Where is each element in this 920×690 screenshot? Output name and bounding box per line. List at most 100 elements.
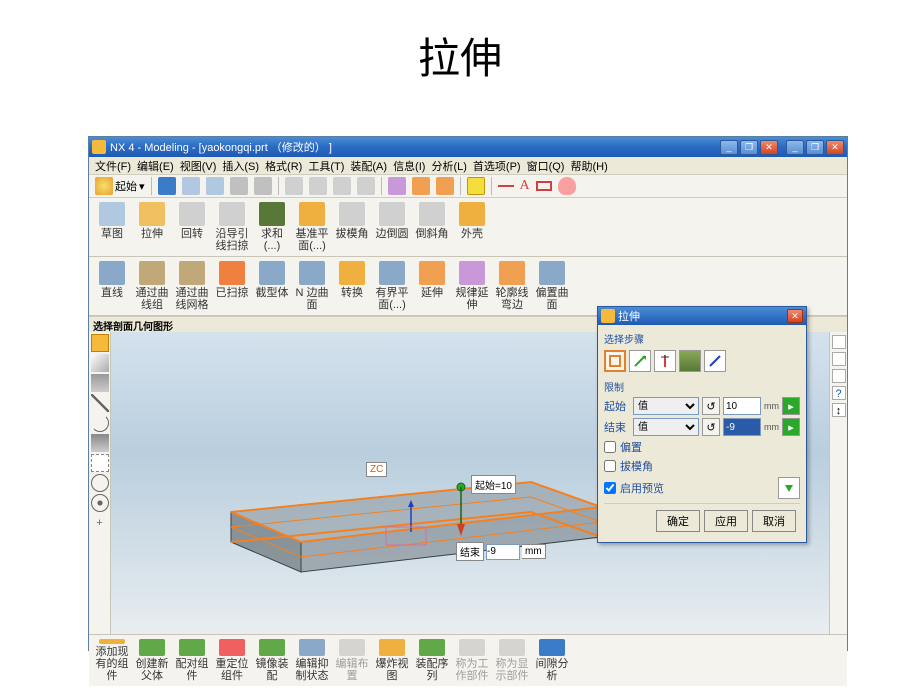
doc-minimize-button[interactable]: _ <box>720 140 738 155</box>
ribbon-button[interactable]: 称为工作部件 <box>453 637 491 684</box>
menu-item[interactable]: 信息(I) <box>390 158 428 174</box>
resource-icon[interactable] <box>91 334 109 352</box>
menu-item[interactable]: 装配(A) <box>347 158 390 174</box>
close-button[interactable]: ✕ <box>826 140 844 155</box>
ribbon-button[interactable]: 规律延伸 <box>453 259 491 313</box>
tool-save[interactable] <box>156 176 178 196</box>
menu-item[interactable]: 首选项(P) <box>470 158 524 174</box>
tool-wcs[interactable] <box>465 176 487 196</box>
right-tab-3[interactable] <box>832 369 846 383</box>
ribbon-button[interactable]: 草图 <box>93 200 131 254</box>
ribbon-button[interactable]: 偏置曲面 <box>533 259 571 313</box>
menu-item[interactable]: 格式(R) <box>262 158 305 174</box>
ribbon-button[interactable]: 外壳 <box>453 200 491 254</box>
odot-icon[interactable] <box>91 494 109 512</box>
ribbon-button[interactable]: 拉伸 <box>133 200 171 254</box>
ribbon-button[interactable]: 轮廓线弯边 <box>493 259 531 313</box>
tool-pan[interactable] <box>331 176 353 196</box>
menu-item[interactable]: 编辑(E) <box>134 158 177 174</box>
ribbon-button[interactable]: 延伸 <box>413 259 451 313</box>
ribbon-button[interactable]: 转换 <box>333 259 371 313</box>
ribbon-button[interactable]: 通过曲线网格 <box>173 259 211 313</box>
ribbon-button[interactable]: 边倒圆 <box>373 200 411 254</box>
draft-checkbox[interactable] <box>604 460 616 472</box>
spline-icon[interactable] <box>91 434 109 452</box>
ribbon-button[interactable]: 添加现有的组件 <box>93 637 131 684</box>
tool-text[interactable]: A <box>518 177 532 195</box>
ribbon-button[interactable]: 间隙分析 <box>533 637 571 684</box>
ribbon-button[interactable]: 基准平面(...) <box>293 200 331 254</box>
dialog-titlebar[interactable]: 拉伸 ✕ <box>598 307 806 325</box>
viewport[interactable]: ZC 起始=10 结束 mm 拉伸 ✕ 选择步骤 <box>111 332 829 634</box>
ribbon-button[interactable]: 通过曲线组 <box>133 259 171 313</box>
tool-ac[interactable] <box>410 176 432 196</box>
dialog-close-button[interactable]: ✕ <box>787 309 803 323</box>
ribbon-button[interactable]: 装配序列 <box>413 637 451 684</box>
ribbon-button[interactable]: 称为显示部件 <box>493 637 531 684</box>
pick-icon[interactable] <box>91 454 109 472</box>
minimize-button[interactable]: _ <box>786 140 804 155</box>
ribbon-button[interactable]: 沿导引线扫掠 <box>213 200 251 254</box>
plus-icon[interactable]: + <box>91 514 109 532</box>
ribbon-button[interactable]: 有界平面(...) <box>373 259 411 313</box>
help-icon[interactable]: ? <box>832 386 846 400</box>
tool-ad[interactable] <box>434 176 456 196</box>
tool-cloud[interactable] <box>556 176 578 196</box>
menu-item[interactable]: 窗口(Q) <box>524 158 568 174</box>
ribbon-button[interactable]: 拔模角 <box>333 200 371 254</box>
tool-undo[interactable] <box>180 176 202 196</box>
start-arrow[interactable]: ▸ <box>782 397 800 415</box>
start-dropdown[interactable]: 起始 ▾ <box>93 176 147 196</box>
cancel-button[interactable]: 取消 <box>752 510 796 532</box>
arc-tool-icon[interactable] <box>91 414 109 432</box>
tool-ab[interactable] <box>386 176 408 196</box>
start-value-input[interactable] <box>723 397 761 415</box>
menu-item[interactable]: 视图(V) <box>177 158 220 174</box>
step-settings[interactable] <box>704 350 726 372</box>
restore-button[interactable]: ❐ <box>806 140 824 155</box>
ribbon-button[interactable]: 镜像装配 <box>253 637 291 684</box>
start-flip[interactable]: ↺ <box>702 397 720 415</box>
ribbon-button[interactable]: 求和(...) <box>253 200 291 254</box>
menu-item[interactable]: 插入(S) <box>219 158 262 174</box>
tool-copy[interactable] <box>252 176 274 196</box>
end-flip[interactable]: ↺ <box>702 418 720 436</box>
doc-close-button[interactable]: ✕ <box>760 140 778 155</box>
step-boolean[interactable] <box>679 350 701 372</box>
ribbon-button[interactable]: 配对组件 <box>173 637 211 684</box>
ribbon-button[interactable]: 爆炸视图 <box>373 637 411 684</box>
tool-fit[interactable] <box>307 176 329 196</box>
step-limit[interactable] <box>654 350 676 372</box>
tool-redo[interactable] <box>204 176 226 196</box>
end-value-input[interactable] <box>723 418 761 436</box>
end-arrow[interactable]: ▸ <box>782 418 800 436</box>
ribbon-button[interactable]: N 边曲面 <box>293 259 331 313</box>
tool-rotate[interactable] <box>355 176 377 196</box>
ribbon-button[interactable]: 直线 <box>93 259 131 313</box>
ribbon-button[interactable]: 编辑布置 <box>333 637 371 684</box>
tool-zoom[interactable] <box>283 176 305 196</box>
start-type-select[interactable]: 值 <box>633 397 699 415</box>
offset-checkbox[interactable] <box>604 441 616 453</box>
expand-icon[interactable]: ↕ <box>832 403 846 417</box>
end-annot-input[interactable] <box>486 544 520 560</box>
ribbon-button[interactable]: 已扫掠 <box>213 259 251 313</box>
menu-item[interactable]: 工具(T) <box>305 158 347 174</box>
ribbon-button[interactable]: 编辑抑制状态 <box>293 637 331 684</box>
step-direction[interactable] <box>629 350 651 372</box>
circle-icon[interactable] <box>91 474 109 492</box>
tool-rect[interactable] <box>534 180 554 192</box>
apply-button[interactable]: 应用 <box>704 510 748 532</box>
line-tool-icon[interactable] <box>91 394 109 412</box>
doc-restore-button[interactable]: ❐ <box>740 140 758 155</box>
ok-button[interactable]: 确定 <box>656 510 700 532</box>
menu-item[interactable]: 分析(L) <box>428 158 469 174</box>
ribbon-button[interactable]: 创建新父体 <box>133 637 171 684</box>
tool-cut[interactable] <box>228 176 250 196</box>
preview-checkbox[interactable] <box>604 482 616 494</box>
tool-line[interactable] <box>496 184 516 188</box>
right-tab-2[interactable] <box>832 352 846 366</box>
ribbon-button[interactable]: 回转 <box>173 200 211 254</box>
arrow-icon[interactable] <box>91 354 109 372</box>
preview-toggle-button[interactable] <box>778 477 800 499</box>
